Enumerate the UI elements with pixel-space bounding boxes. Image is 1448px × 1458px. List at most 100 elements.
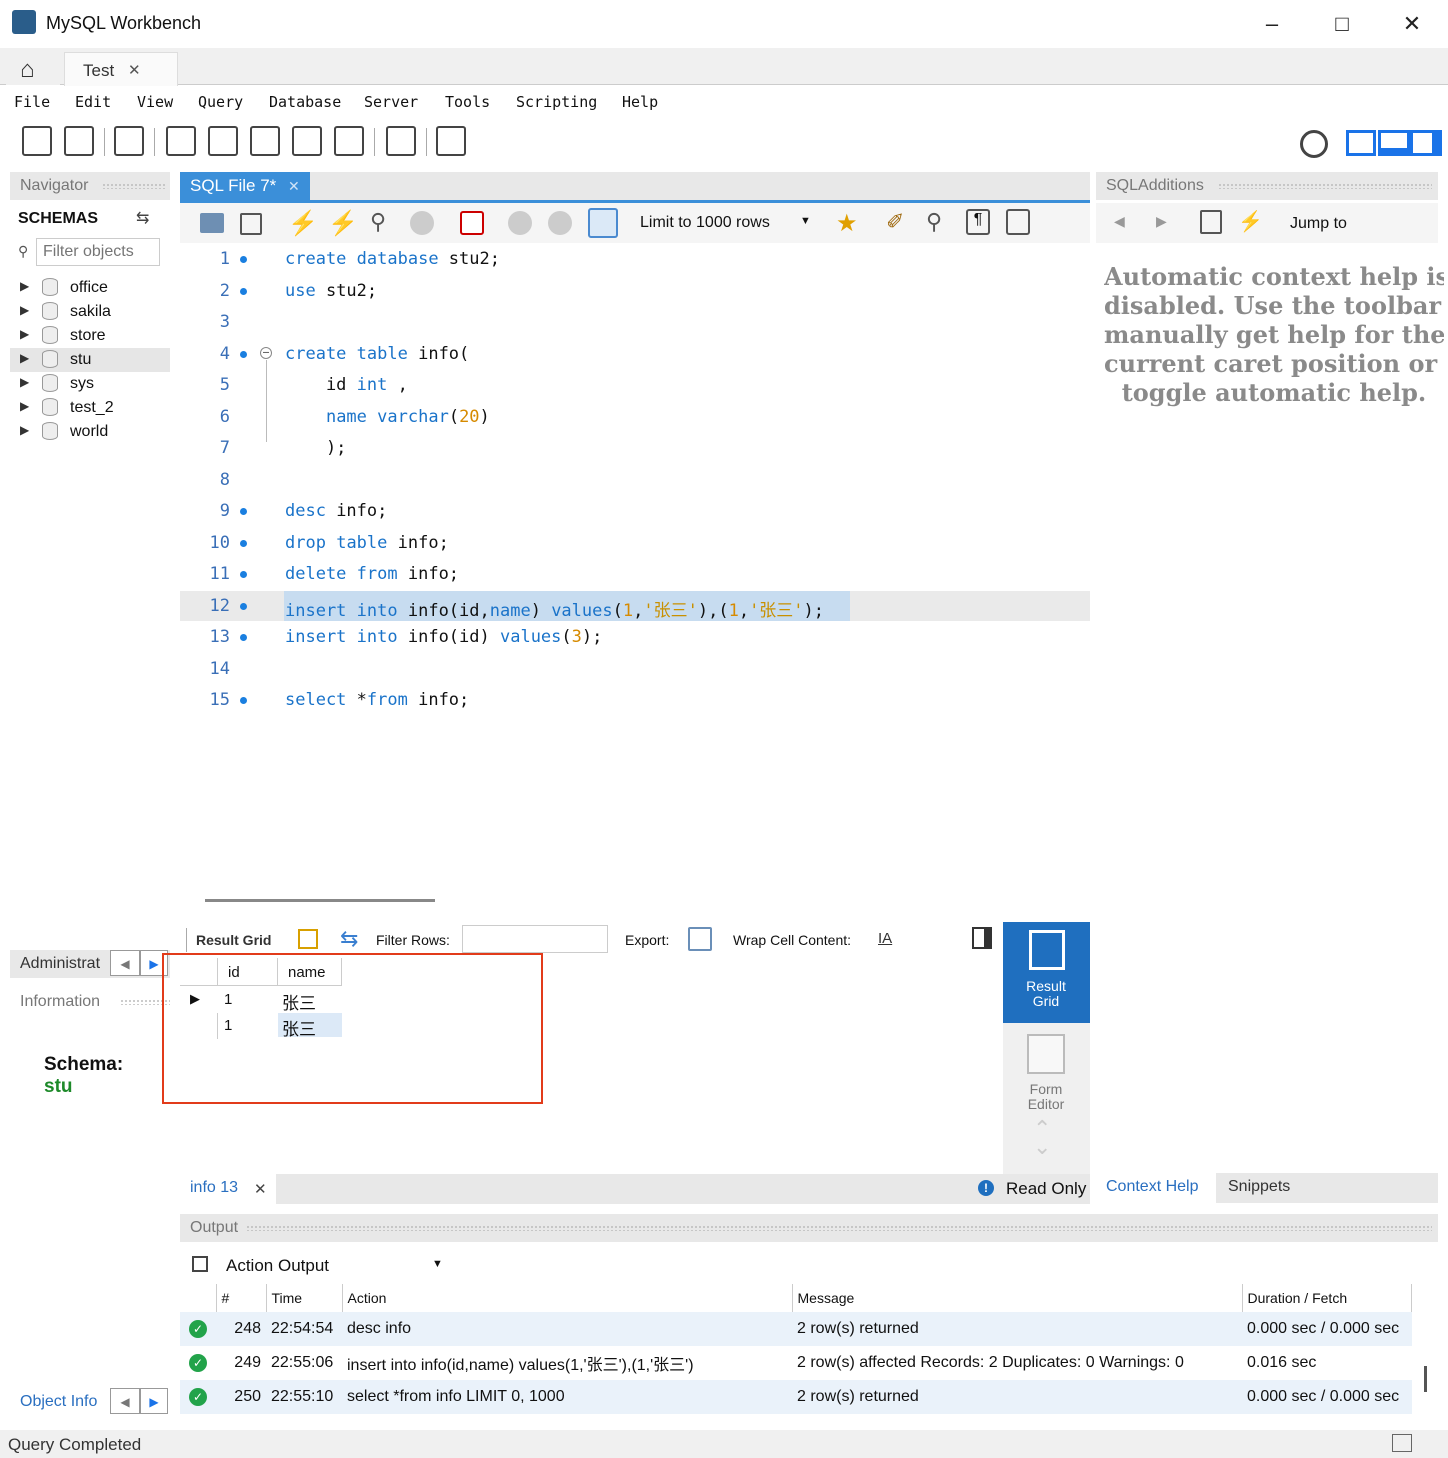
toggle-secondary-sidebar-icon[interactable] <box>1410 130 1442 156</box>
code-line[interactable]: insert into info(id,name) values(1,'张三')… <box>285 596 824 621</box>
menu-tools[interactable]: Tools <box>445 93 490 111</box>
code-line[interactable]: name varchar(20) <box>285 407 490 427</box>
execute-icon[interactable]: ⚡ <box>288 209 318 238</box>
output-row[interactable]: ✓ 248 22:54:54 desc info 2 row(s) returned 0.… <box>180 1312 1412 1346</box>
manual-help-icon[interactable] <box>1200 210 1222 234</box>
code-line[interactable]: drop table info; <box>285 533 449 553</box>
autocommit-icon[interactable] <box>588 208 618 238</box>
save-icon[interactable] <box>240 213 262 235</box>
schema-item-world[interactable]: ▶ world <box>10 420 170 444</box>
form-editor-side-button[interactable]: Form Editor <box>1003 1028 1090 1118</box>
code-line[interactable]: create table info( <box>285 344 469 364</box>
minimize-button[interactable]: – <box>1252 8 1292 40</box>
code-line[interactable]: create database stu2; <box>285 249 500 269</box>
result-grid-side-button[interactable]: Result Grid <box>1003 922 1090 1023</box>
menu-edit[interactable]: Edit <box>75 93 111 111</box>
status-panel-icon[interactable] <box>1392 1434 1412 1452</box>
close-tab-icon[interactable]: ✕ <box>288 178 300 195</box>
code-line[interactable]: select *from info; <box>285 690 469 710</box>
output-row[interactable]: ✓ 250 22:55:10 select *from info LIMIT 0, 1… <box>180 1380 1412 1414</box>
toggle-output-icon[interactable] <box>1378 130 1410 156</box>
jump-to-select[interactable]: Jump to <box>1290 215 1347 233</box>
create-view-icon[interactable] <box>250 126 280 156</box>
output-row[interactable]: ✓ 249 22:55:06 insert into info(id,name) va… <box>180 1346 1412 1380</box>
schema-item-sys[interactable]: ▶ sys <box>10 372 170 396</box>
output-column-action[interactable]: Action <box>342 1284 793 1312</box>
object-info-tab[interactable]: Object Info <box>20 1393 97 1411</box>
toggle-sidebar-icon[interactable] <box>1346 130 1376 156</box>
menu-server[interactable]: Server <box>364 93 418 111</box>
open-sql-file-icon[interactable] <box>64 126 94 156</box>
vertical-scrollbar[interactable] <box>1424 1366 1427 1392</box>
beautify-icon[interactable]: ✐ <box>886 209 904 235</box>
expand-arrow-icon[interactable]: ▶ <box>20 375 29 389</box>
menu-help[interactable]: Help <box>622 93 658 111</box>
code-line[interactable]: delete from info; <box>285 564 459 584</box>
menu-scripting[interactable]: Scripting <box>516 93 597 111</box>
home-tab[interactable]: ⌂ <box>6 52 60 85</box>
new-sql-tab-icon[interactable] <box>22 126 52 156</box>
refresh-icon[interactable]: ⇆ <box>340 926 358 952</box>
search-table-data-icon[interactable] <box>386 126 416 156</box>
invisible-chars-icon[interactable]: ¶ <box>966 209 990 235</box>
close-tab-icon[interactable]: ✕ <box>254 1180 267 1198</box>
fold-marker-icon[interactable]: – <box>260 347 272 359</box>
output-column-message[interactable]: Message <box>792 1284 1243 1312</box>
toggle-panel-icon[interactable] <box>972 927 992 949</box>
commit-icon[interactable] <box>508 211 532 235</box>
administration-tab[interactable]: Administrat <box>20 955 100 973</box>
create-function-icon[interactable] <box>334 126 364 156</box>
reconnect-icon[interactable] <box>436 126 466 156</box>
back-icon[interactable]: ◀ <box>1114 213 1125 230</box>
open-file-icon[interactable] <box>200 213 224 233</box>
tab-right-icon[interactable]: ▶ <box>140 1388 168 1414</box>
tab-left-icon[interactable]: ◀ <box>110 1388 140 1414</box>
menu-file[interactable]: File <box>14 93 50 111</box>
schema-item-stu[interactable]: ▶ stu <box>10 348 170 372</box>
refresh-schemas-icon[interactable]: ⇆ <box>136 208 149 228</box>
execute-current-icon[interactable]: ⚡ <box>328 209 358 238</box>
output-selector[interactable]: Action Output ▼ <box>180 1248 450 1280</box>
schema-item-office[interactable]: ▶ office <box>10 276 170 300</box>
code-line[interactable]: ); <box>285 438 346 458</box>
expand-arrow-icon[interactable]: ▶ <box>20 351 29 365</box>
output-column-num[interactable]: # <box>216 1284 267 1312</box>
code-line[interactable]: insert into info(id) values(3); <box>285 627 602 647</box>
limit-rows-select[interactable]: Limit to 1000 rows ▼ <box>634 209 814 237</box>
copy-icon[interactable] <box>192 1256 208 1272</box>
wrap-cell-icon[interactable]: IA <box>878 930 892 947</box>
menu-view[interactable]: View <box>137 93 173 111</box>
scroll-arrows-icon[interactable]: ⌃ ⌄ <box>1033 1118 1051 1158</box>
close-tab-icon[interactable]: ✕ <box>128 61 141 79</box>
maximize-button[interactable]: □ <box>1322 8 1362 40</box>
export-icon[interactable] <box>688 927 712 951</box>
code-line[interactable]: id int , <box>285 375 408 395</box>
output-column-time[interactable]: Time <box>266 1284 343 1312</box>
snippets-tab[interactable]: Snippets <box>1228 1178 1290 1196</box>
output-column-duration[interactable]: Duration / Fetch <box>1242 1284 1412 1312</box>
schema-item-test-2[interactable]: ▶ test_2 <box>10 396 170 420</box>
rollback-icon[interactable] <box>548 211 572 235</box>
add-snippet-icon[interactable]: ★ <box>836 209 858 238</box>
grid-layout-icon[interactable] <box>298 929 318 949</box>
expand-arrow-icon[interactable]: ▶ <box>20 303 29 317</box>
create-schema-icon[interactable] <box>166 126 196 156</box>
settings-gear-icon[interactable] <box>1300 130 1328 158</box>
code-line[interactable]: desc info; <box>285 501 387 521</box>
menu-database[interactable]: Database <box>269 93 341 111</box>
stop-icon[interactable] <box>410 211 434 235</box>
auto-help-icon[interactable]: ⚡ <box>1238 209 1263 234</box>
create-table-icon[interactable] <box>208 126 238 156</box>
sql-file-tab[interactable]: SQL File 7* ✕ <box>180 172 310 202</box>
inspector-icon[interactable] <box>114 126 144 156</box>
code-line[interactable]: use stu2; <box>285 281 377 301</box>
forward-icon[interactable]: ▶ <box>1156 213 1167 230</box>
sql-editor[interactable]: – 1 create database stu2; 2 use stu2; 3 4 crea… <box>180 243 1090 902</box>
close-button[interactable]: ✕ <box>1392 8 1432 40</box>
horizontal-scrollbar[interactable] <box>205 899 435 902</box>
find-icon[interactable]: ⚲ <box>926 209 942 235</box>
filter-rows-input[interactable] <box>462 925 608 953</box>
create-procedure-icon[interactable] <box>292 126 322 156</box>
explain-icon[interactable]: ⚲ <box>370 209 386 235</box>
expand-arrow-icon[interactable]: ▶ <box>20 279 29 293</box>
